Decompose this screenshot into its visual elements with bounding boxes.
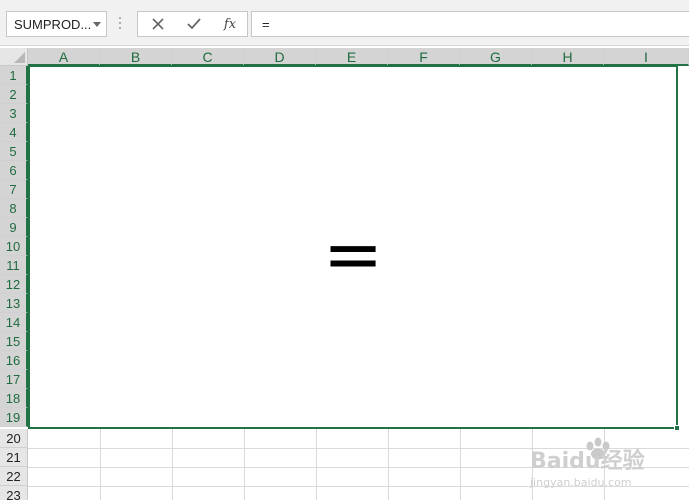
- watermark-brand: Baidu经验: [530, 448, 645, 474]
- row-header[interactable]: 3: [0, 104, 28, 123]
- row-header[interactable]: 11: [0, 256, 28, 275]
- row-header[interactable]: 10: [0, 237, 28, 256]
- row-headers: 1 2 3 4 5 6 7 8 9 10 11 12 13 14 15 16 1…: [0, 66, 28, 500]
- row-header[interactable]: 23: [0, 486, 28, 500]
- column-header-i[interactable]: I: [604, 48, 689, 66]
- column-header-f[interactable]: F: [388, 48, 460, 66]
- column-header-b[interactable]: B: [100, 48, 172, 66]
- formula-buttons: fx: [137, 11, 248, 37]
- row-header[interactable]: 21: [0, 448, 28, 467]
- select-all-icon: [14, 52, 25, 63]
- insert-function-button[interactable]: fx: [212, 12, 248, 36]
- formula-input[interactable]: =: [251, 11, 689, 37]
- formula-bar-grip-icon[interactable]: [118, 15, 122, 33]
- cancel-button[interactable]: [140, 12, 176, 36]
- close-icon: [152, 18, 164, 30]
- enter-button[interactable]: [176, 12, 212, 36]
- column-header-c[interactable]: C: [172, 48, 244, 66]
- row-header[interactable]: 15: [0, 332, 28, 351]
- baidu-paw-icon: Baidu经验 jingyan.baidu.com: [529, 437, 645, 489]
- row-header[interactable]: 1: [0, 66, 28, 85]
- name-box[interactable]: SUMPROD...: [6, 11, 107, 37]
- row-header[interactable]: 7: [0, 180, 28, 199]
- row-header[interactable]: 9: [0, 218, 28, 237]
- formula-bar-row: SUMPROD... fx =: [0, 0, 689, 46]
- fill-handle[interactable]: [674, 425, 680, 431]
- row-header[interactable]: 19: [0, 408, 28, 427]
- row-header[interactable]: 22: [0, 467, 28, 486]
- row-header[interactable]: 14: [0, 313, 28, 332]
- row-header[interactable]: 17: [0, 370, 28, 389]
- check-icon: [187, 18, 201, 30]
- column-header-e[interactable]: E: [316, 48, 388, 66]
- row-header[interactable]: 2: [0, 85, 28, 104]
- watermark-url: jingyan.baidu.com: [529, 476, 632, 489]
- active-cell-content: =: [322, 212, 384, 296]
- select-all-button[interactable]: [0, 48, 28, 66]
- column-header-d[interactable]: D: [244, 48, 316, 66]
- row-header[interactable]: 5: [0, 142, 28, 161]
- column-header-g[interactable]: G: [460, 48, 532, 66]
- merged-active-cell[interactable]: =: [28, 65, 678, 429]
- formula-text: =: [262, 17, 270, 32]
- column-header-a[interactable]: A: [28, 48, 100, 66]
- name-box-value: SUMPROD...: [14, 17, 92, 32]
- column-headers: A B C D E F G H I: [28, 48, 689, 66]
- column-header-h[interactable]: H: [532, 48, 604, 66]
- row-header[interactable]: 4: [0, 123, 28, 142]
- row-header[interactable]: 18: [0, 389, 28, 408]
- row-header[interactable]: 13: [0, 294, 28, 313]
- name-box-dropdown-icon[interactable]: [93, 22, 101, 27]
- row-header[interactable]: 12: [0, 275, 28, 294]
- fx-icon: fx: [223, 16, 237, 32]
- row-header[interactable]: 8: [0, 199, 28, 218]
- row-header[interactable]: 20: [0, 429, 28, 448]
- row-header[interactable]: 6: [0, 161, 28, 180]
- watermark-logo: Baidu经验 jingyan.baidu.com: [528, 432, 668, 492]
- row-header[interactable]: 16: [0, 351, 28, 370]
